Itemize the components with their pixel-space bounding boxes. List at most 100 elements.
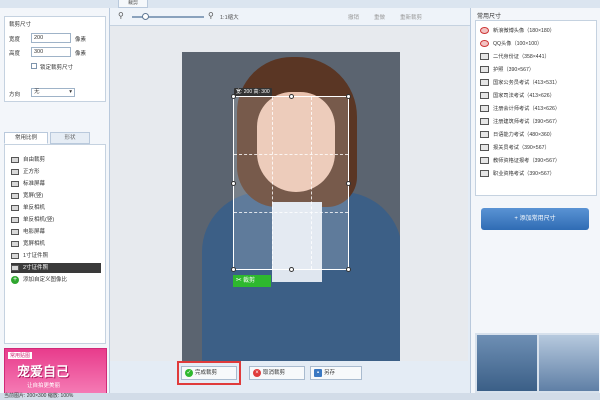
promo-banner[interactable]: 常用贴图 宠爱自己 让自拍更美丽 — [4, 348, 107, 394]
list-item[interactable]: 自由裁剪 — [11, 155, 101, 165]
size-item-label: 注册会计师考试（413×626） — [493, 106, 561, 112]
size-item[interactable]: 教师资格证报考（390×567） — [480, 155, 594, 167]
lock-size-checkbox[interactable] — [31, 63, 37, 69]
list-item-label: 单反相机 — [23, 205, 46, 211]
size-item[interactable]: 二代身份证（358×441） — [480, 51, 594, 63]
tab-common-ratio[interactable]: 常用比例 — [4, 132, 48, 144]
size-item-label: 报关员考试（390×567） — [493, 145, 550, 151]
width-label: 宽度 — [9, 37, 21, 43]
frame-icon — [11, 205, 19, 211]
check-icon: ✓ — [185, 369, 193, 377]
zoom-out-icon[interactable]: ⚲ — [118, 11, 124, 20]
resize-handle[interactable] — [346, 94, 351, 99]
size-item[interactable]: 护照（390×567） — [480, 64, 594, 76]
size-item-label: 注册建筑师考试（390×567） — [493, 119, 561, 125]
size-item[interactable]: 日语能力考试（480×360） — [480, 129, 594, 141]
resize-handle[interactable] — [231, 267, 236, 272]
direction-select[interactable]: 无 ▾ — [31, 88, 75, 97]
frame-icon — [11, 265, 19, 271]
list-item-label: 标准屏幕 — [23, 181, 46, 187]
size-item[interactable]: 报关员考试（390×567） — [480, 142, 594, 154]
size-item[interactable]: 注册会计师考试（413×626） — [480, 103, 594, 115]
tab-shape[interactable]: 形状 — [50, 132, 90, 144]
list-item-selected[interactable]: 2寸证件照 — [11, 263, 101, 273]
width-unit: 像素 — [75, 37, 87, 43]
thumbnail[interactable] — [539, 335, 599, 391]
resize-handle[interactable] — [346, 181, 351, 186]
id-card-icon — [480, 157, 489, 164]
list-item[interactable]: 宽屏相机 — [11, 239, 101, 249]
add-common-size-button[interactable]: + 添加常用尺寸 — [481, 208, 589, 230]
list-item[interactable]: 单反相机(竖) — [11, 215, 101, 225]
lock-size-label: 锁定裁剪尺寸 — [40, 65, 74, 71]
width-field[interactable]: 200 — [31, 33, 71, 43]
undo-button[interactable]: 撤销 — [348, 13, 359, 21]
id-card-icon — [480, 66, 489, 73]
size-item-label: 职业资格考试（390×567） — [493, 171, 555, 177]
crop-dimension-label: 宽: 200 高: 300 — [234, 88, 272, 96]
size-item-label: 国家司法考试（413×626） — [493, 93, 555, 99]
common-sizes-title: 常用尺寸 — [477, 14, 502, 20]
size-item-label: QQ头像（100×100） — [493, 41, 543, 47]
resize-handle[interactable] — [289, 94, 294, 99]
zoom-slider-knob[interactable] — [142, 13, 149, 20]
list-item-label: 1寸证件照 — [23, 253, 49, 259]
resize-handle[interactable] — [346, 267, 351, 272]
size-item[interactable]: 注册建筑师考试（390×567） — [480, 116, 594, 128]
crop-rectangle[interactable]: 宽: 200 高: 300 — [231, 88, 351, 272]
image-canvas: 宽: 200 高: 300 ✂裁剪 经验 — [110, 26, 477, 388]
height-field[interactable]: 300 — [31, 47, 71, 57]
list-item[interactable]: 1寸证件照 — [11, 251, 101, 261]
size-item[interactable]: 国家公务员考试（413×531） — [480, 77, 594, 89]
apply-crop-label: 裁剪 — [243, 278, 256, 284]
direction-value: 无 — [34, 89, 40, 95]
grid-line — [272, 97, 273, 269]
list-item-label: 2寸证件照 — [23, 265, 49, 271]
list-item[interactable]: 宽屏(竖) — [11, 191, 101, 201]
list-item[interactable]: 电影屏幕 — [11, 227, 101, 237]
zoom-1to1-button[interactable]: 1:1缩大 — [220, 13, 239, 21]
finish-crop-button[interactable]: ✓ 完成裁剪 — [181, 366, 237, 380]
save-icon: ▪ — [314, 369, 322, 377]
redo-button[interactable]: 重做 — [374, 13, 385, 21]
cancel-crop-button[interactable]: × 取消裁剪 — [249, 366, 305, 380]
frame-icon — [11, 253, 19, 259]
resize-handle[interactable] — [231, 94, 236, 99]
height-label: 高度 — [9, 51, 21, 57]
id-card-icon — [480, 53, 489, 60]
list-item[interactable]: 标准屏幕 — [11, 179, 101, 189]
size-item[interactable]: 职业资格考试（390×567） — [480, 168, 594, 180]
resize-handle[interactable] — [231, 181, 236, 186]
toolbar: ⚲ ⚲ 1:1缩大 撤销 重做 重新裁剪 — [110, 8, 470, 26]
save-as-button[interactable]: ▪ 另存 — [310, 366, 362, 380]
list-item[interactable]: 正方形 — [11, 167, 101, 177]
size-item[interactable]: 新浪微博头像（180×180） — [480, 25, 594, 37]
thumbnail[interactable] — [477, 335, 537, 391]
window-strip: 裁剪 — [0, 0, 600, 8]
tab-crop[interactable]: 裁剪 — [118, 0, 148, 8]
status-bar: 当前图片: 200×300 缩放: 100% — [0, 393, 600, 400]
size-item-label: 国家公务员考试（413×531） — [493, 80, 561, 86]
zoom-in-icon[interactable]: ⚲ — [208, 11, 214, 20]
size-item-label: 教师资格证报考（390×567） — [493, 158, 561, 164]
list-item-label: 电影屏幕 — [23, 229, 46, 235]
left-panel: 裁剪尺寸 宽度 200 像素 高度 300 像素 锁定裁剪尺寸 方向 无 ▾ 常用… — [0, 8, 110, 394]
direction-label: 方向 — [9, 92, 21, 98]
frame-icon — [11, 181, 19, 187]
id-card-icon — [480, 170, 489, 177]
list-item[interactable]: 单反相机 — [11, 203, 101, 213]
apply-crop-button[interactable]: ✂ 裁剪 — [233, 275, 271, 287]
frame-icon — [11, 157, 19, 163]
size-item-label: 二代身份证（358×441） — [493, 54, 550, 60]
resize-handle[interactable] — [289, 267, 294, 272]
size-item[interactable]: 国家司法考试（413×626） — [480, 90, 594, 102]
zoom-slider[interactable] — [132, 13, 204, 20]
crop-size-box: 裁剪尺寸 宽度 200 像素 高度 300 像素 锁定裁剪尺寸 方向 无 ▾ — [4, 16, 106, 102]
size-item[interactable]: QQ头像（100×100） — [480, 38, 594, 50]
list-item-label: 宽屏相机 — [23, 241, 46, 247]
ratio-tabs: 常用比例 形状 — [4, 132, 106, 144]
add-custom-ratio[interactable]: + 添加自定义图像比 — [11, 275, 101, 285]
reset-crop-button[interactable]: 重新裁剪 — [400, 13, 422, 21]
promo-title: 宠爱自己 — [17, 364, 70, 379]
list-item-label: 单反相机(竖) — [23, 217, 55, 223]
